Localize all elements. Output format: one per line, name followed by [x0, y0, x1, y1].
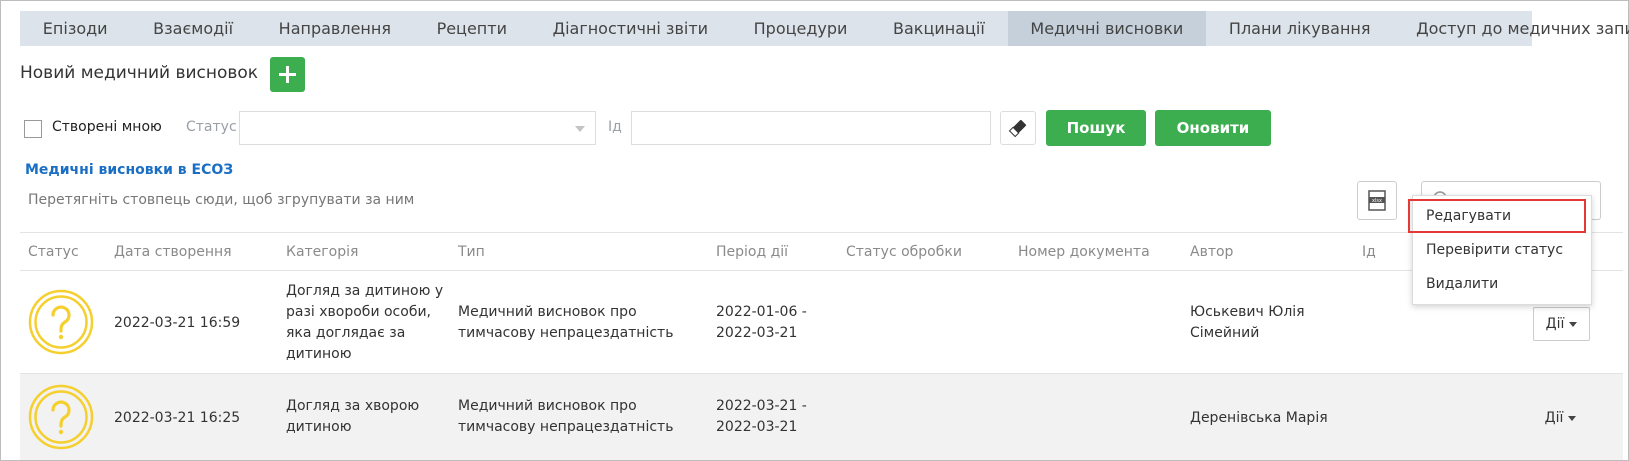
actions-label: Дії: [1544, 410, 1564, 426]
divider: [20, 232, 1623, 233]
tab-diagnostic-reports[interactable]: Діагностичні звіти: [530, 11, 731, 46]
refresh-button[interactable]: Оновити: [1155, 110, 1271, 146]
export-xlsx-button[interactable]: xlsx: [1357, 181, 1397, 220]
status-filter-select[interactable]: [239, 111, 596, 145]
clear-filters-button[interactable]: [1000, 111, 1036, 145]
page-title: Новий медичний висновок: [20, 63, 259, 83]
column-header-created-date[interactable]: Дата створення: [114, 244, 232, 260]
created-by-me-checkbox[interactable]: [24, 120, 42, 138]
xlsx-icon: xlsx: [1368, 190, 1386, 211]
cell-type: Медичний висновок про тимчасову непрацез…: [458, 398, 674, 435]
tab-bar: Епізоди Взаємодії Направлення Рецепти Ді…: [20, 11, 1629, 46]
id-filter-input[interactable]: [631, 111, 991, 145]
table-row[interactable]: [20, 271, 1623, 373]
chevron-down-icon: [575, 126, 585, 132]
menu-item-delete[interactable]: Видалити: [1413, 276, 1591, 292]
column-header-id[interactable]: Ід: [1362, 244, 1376, 260]
tab-procedures[interactable]: Процедури: [731, 11, 870, 46]
cell-type: Медичний висновок про тимчасову непрацез…: [458, 304, 674, 341]
row-actions-button[interactable]: Дії: [1533, 307, 1590, 341]
eraser-icon: [1008, 119, 1027, 138]
svg-text:xlsx: xlsx: [1372, 198, 1382, 204]
search-button[interactable]: Пошук: [1046, 110, 1146, 146]
highlight-box: [1408, 199, 1586, 233]
menu-item-check-status[interactable]: Перевірити статус: [1413, 242, 1591, 258]
cell-category: Догляд за хворою дитиною: [286, 398, 420, 435]
created-by-me-label: Створені мною: [52, 119, 162, 135]
tab-interactions[interactable]: Взаємодії: [130, 11, 255, 46]
chevron-down-icon: [1568, 415, 1577, 421]
column-header-status[interactable]: Статус: [28, 244, 79, 260]
add-conclusion-button[interactable]: [270, 57, 305, 92]
chevron-down-icon: [1569, 321, 1578, 327]
id-filter-label: Ід: [608, 119, 622, 135]
tab-episodes[interactable]: Епізоди: [20, 11, 130, 46]
column-header-category[interactable]: Категорія: [286, 244, 358, 260]
group-by-drop-zone[interactable]: Перетягніть стовпець сюди, щоб згрупуват…: [28, 192, 414, 208]
cell-created-date: 2022-03-21 16:59: [114, 315, 241, 331]
column-header-processing-status[interactable]: Статус обробки: [846, 244, 962, 260]
question-status-icon: [28, 384, 94, 450]
cell-created-date: 2022-03-21 16:25: [114, 410, 241, 426]
tab-referrals[interactable]: Направлення: [256, 11, 414, 46]
question-status-icon: [28, 289, 94, 355]
actions-label: Дії: [1545, 316, 1565, 332]
table-row[interactable]: [20, 374, 1623, 460]
cell-period: 2022-03-21 - 2022-03-21: [716, 398, 807, 435]
cell-period: 2022-01-06 - 2022-03-21: [716, 304, 807, 341]
row-actions-button[interactable]: Дії: [1533, 402, 1588, 434]
cell-author: Юськевич Юлія Сімейний: [1190, 304, 1305, 341]
tab-vaccinations[interactable]: Вакцинації: [870, 11, 1007, 46]
cell-category: Догляд за дитиною у разі хвороби особи, …: [286, 283, 444, 362]
tab-prescriptions[interactable]: Рецепти: [414, 11, 530, 46]
column-header-period[interactable]: Період дії: [716, 244, 788, 260]
column-header-type[interactable]: Тип: [458, 244, 485, 260]
column-header-document-number[interactable]: Номер документа: [1018, 244, 1150, 260]
grid-title: Медичні висновки в ЕСОЗ: [25, 162, 234, 178]
cell-author: Деренівська Марія: [1190, 410, 1328, 426]
tab-medical-conclusions[interactable]: Медичні висновки: [1007, 11, 1207, 46]
status-filter-label: Статус: [186, 119, 237, 135]
tab-medical-records-access[interactable]: Доступ до медичних записів: [1393, 11, 1629, 46]
column-header-author[interactable]: Автор: [1190, 244, 1233, 260]
tab-treatment-plans[interactable]: Плани лікування: [1206, 11, 1393, 46]
